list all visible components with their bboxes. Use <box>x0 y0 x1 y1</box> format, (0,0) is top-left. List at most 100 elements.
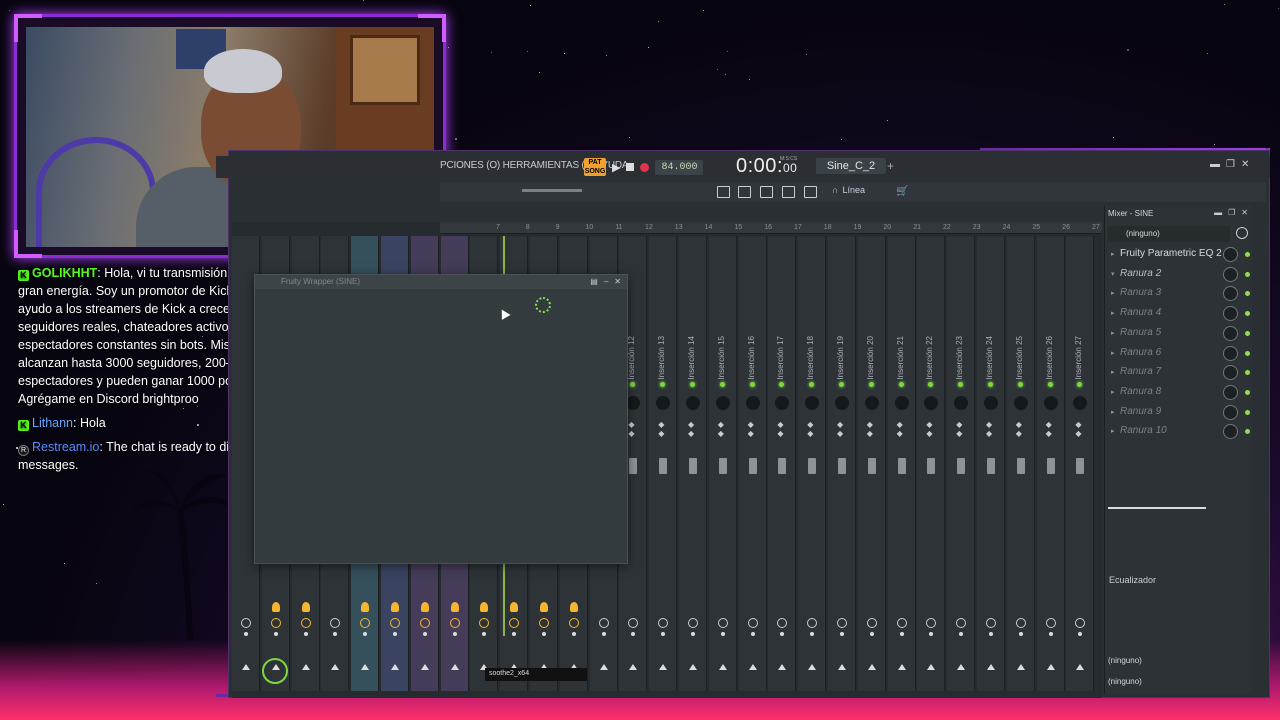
mixer-strip[interactable]: Inserción 23 ◆ ◆ <box>947 236 976 691</box>
minimize-icon[interactable]: – <box>604 277 608 286</box>
mixer-strip[interactable]: Inserción 17 ◆ ◆ <box>768 236 797 691</box>
fruity-wrapper-window[interactable]: Fruity Wrapper (SINE) ▤ – ✕ <box>254 274 628 564</box>
send-knob[interactable] <box>300 618 311 628</box>
cart-icon[interactable]: 🛒 <box>896 186 908 197</box>
piano-roll-icon[interactable] <box>738 186 751 198</box>
send-knob[interactable] <box>658 618 669 628</box>
mixer-strip[interactable]: Inserción 16 ◆ ◆ <box>738 236 767 691</box>
effect-slot[interactable]: ▸ Ranura 4 <box>1106 304 1250 323</box>
pan-knob[interactable] <box>894 396 909 410</box>
volume-fader[interactable] <box>867 458 876 474</box>
mixer-icon[interactable] <box>782 186 795 198</box>
send-knob[interactable] <box>628 618 639 628</box>
volume-fader[interactable] <box>957 458 966 474</box>
effect-slot[interactable]: ▸ Ranura 9 <box>1106 403 1250 422</box>
mixer-strip[interactable]: Inserción 15 ◆ ◆ <box>708 236 737 691</box>
expand-arrow-icon[interactable]: ▸ <box>1111 349 1115 357</box>
pan-knob[interactable] <box>835 396 849 410</box>
output-selector[interactable]: (ninguno) <box>1108 656 1142 665</box>
close-icon[interactable]: ✕ <box>1241 159 1249 170</box>
mix-knob[interactable] <box>1223 325 1238 341</box>
slot-enable-led[interactable] <box>1245 311 1250 317</box>
mixer-strip[interactable]: Inserción 20 ◆ ◆ <box>857 236 886 691</box>
slot-enable-led[interactable] <box>1245 330 1250 336</box>
route-arrow-icon[interactable] <box>1046 664 1055 670</box>
route-knob[interactable] <box>450 602 459 612</box>
route-arrow-icon[interactable] <box>927 664 936 670</box>
route-arrow-icon[interactable] <box>808 664 817 670</box>
mix-knob[interactable] <box>1223 365 1238 381</box>
restore-icon[interactable]: ❐ <box>1226 159 1235 170</box>
route-arrow-icon[interactable] <box>689 664 697 670</box>
send-knob[interactable] <box>717 618 728 628</box>
expand-arrow-icon[interactable]: ▸ <box>1111 388 1115 396</box>
send-knob[interactable] <box>449 618 460 628</box>
volume-fader[interactable] <box>838 458 846 474</box>
send-knob[interactable] <box>241 618 251 628</box>
pan-knob[interactable] <box>775 396 790 410</box>
pan-knob[interactable] <box>954 396 969 410</box>
mix-knob[interactable] <box>1223 286 1238 302</box>
route-arrow-icon[interactable] <box>748 664 757 670</box>
volume-fader[interactable] <box>808 458 817 474</box>
route-knob[interactable] <box>391 602 399 612</box>
restore-icon[interactable]: ❐ <box>1228 208 1235 217</box>
send-knob[interactable] <box>330 618 341 628</box>
slot-enable-led[interactable] <box>1245 291 1250 297</box>
volume-fader[interactable] <box>689 458 697 474</box>
pan-knob[interactable] <box>745 396 760 410</box>
stereo-arrows-icon[interactable]: ◆ ◆ <box>688 420 694 438</box>
record-button[interactable] <box>640 162 650 172</box>
snap-selector[interactable]: ∩ Línea <box>832 185 865 195</box>
pan-knob[interactable] <box>1043 396 1058 410</box>
route-arrow-icon[interactable] <box>718 664 727 670</box>
pan-knob[interactable] <box>984 396 998 410</box>
stereo-arrows-icon[interactable]: ◆ ◆ <box>897 420 903 438</box>
route-arrow-icon[interactable] <box>599 664 608 670</box>
mixer-strip[interactable]: Inserción 19 ◆ ◆ <box>828 236 856 691</box>
route-knob[interactable] <box>569 602 578 612</box>
pan-knob[interactable] <box>715 396 730 410</box>
volume-fader[interactable] <box>1076 458 1085 474</box>
expand-arrow-icon[interactable]: ▸ <box>1111 427 1115 435</box>
volume-fader[interactable] <box>927 458 936 474</box>
sidechain-selector[interactable]: (ninguno) <box>1108 677 1142 686</box>
send-knob[interactable] <box>270 618 281 628</box>
clock-icon[interactable] <box>1236 227 1248 239</box>
route-knob[interactable] <box>361 602 370 612</box>
route-arrow-icon[interactable] <box>420 664 429 670</box>
volume-fader[interactable] <box>748 458 757 474</box>
minimize-icon[interactable]: ▬ <box>1214 208 1222 217</box>
send-knob[interactable] <box>956 618 967 628</box>
route-arrow-icon[interactable] <box>361 664 370 670</box>
pan-knob[interactable] <box>656 396 671 410</box>
volume-fader[interactable] <box>1016 458 1025 474</box>
slot-enable-led[interactable] <box>1245 389 1250 395</box>
stereo-arrows-icon[interactable]: ◆ ◆ <box>658 420 664 438</box>
stereo-arrows-icon[interactable]: ◆ ◆ <box>837 420 843 438</box>
effect-slot[interactable]: ▸ Ranura 3 <box>1106 284 1250 303</box>
effect-slot[interactable]: ▸ Ranura 7 <box>1106 363 1250 382</box>
route-knob[interactable] <box>420 602 429 612</box>
volume-fader[interactable] <box>987 458 995 474</box>
play-button[interactable]: ▶ <box>612 161 620 174</box>
route-arrow-icon[interactable] <box>659 664 668 670</box>
send-knob[interactable] <box>390 618 400 628</box>
menu-icon[interactable]: ▤ <box>590 277 598 286</box>
volume-fader[interactable] <box>1046 458 1055 474</box>
send-knob[interactable] <box>539 618 549 628</box>
browser-icon[interactable] <box>804 186 817 198</box>
wrapper-titlebar[interactable]: Fruity Wrapper (SINE) ▤ – ✕ <box>255 275 627 289</box>
expand-arrow-icon[interactable]: ▾ <box>1111 270 1115 278</box>
route-arrow-icon[interactable] <box>987 664 995 670</box>
slot-enable-led[interactable] <box>1245 350 1250 356</box>
expand-arrow-icon[interactable]: ▸ <box>1111 250 1115 258</box>
route-arrow-icon[interactable] <box>867 664 876 670</box>
effect-slot[interactable]: ▸ Fruity Parametric EQ 2 <box>1106 245 1250 264</box>
volume-fader[interactable] <box>718 458 727 474</box>
send-knob[interactable] <box>926 618 937 628</box>
mix-knob[interactable] <box>1223 404 1238 420</box>
master-volume-slider[interactable] <box>522 189 582 192</box>
route-knob[interactable] <box>301 602 310 612</box>
playlist-icon[interactable] <box>717 186 730 198</box>
